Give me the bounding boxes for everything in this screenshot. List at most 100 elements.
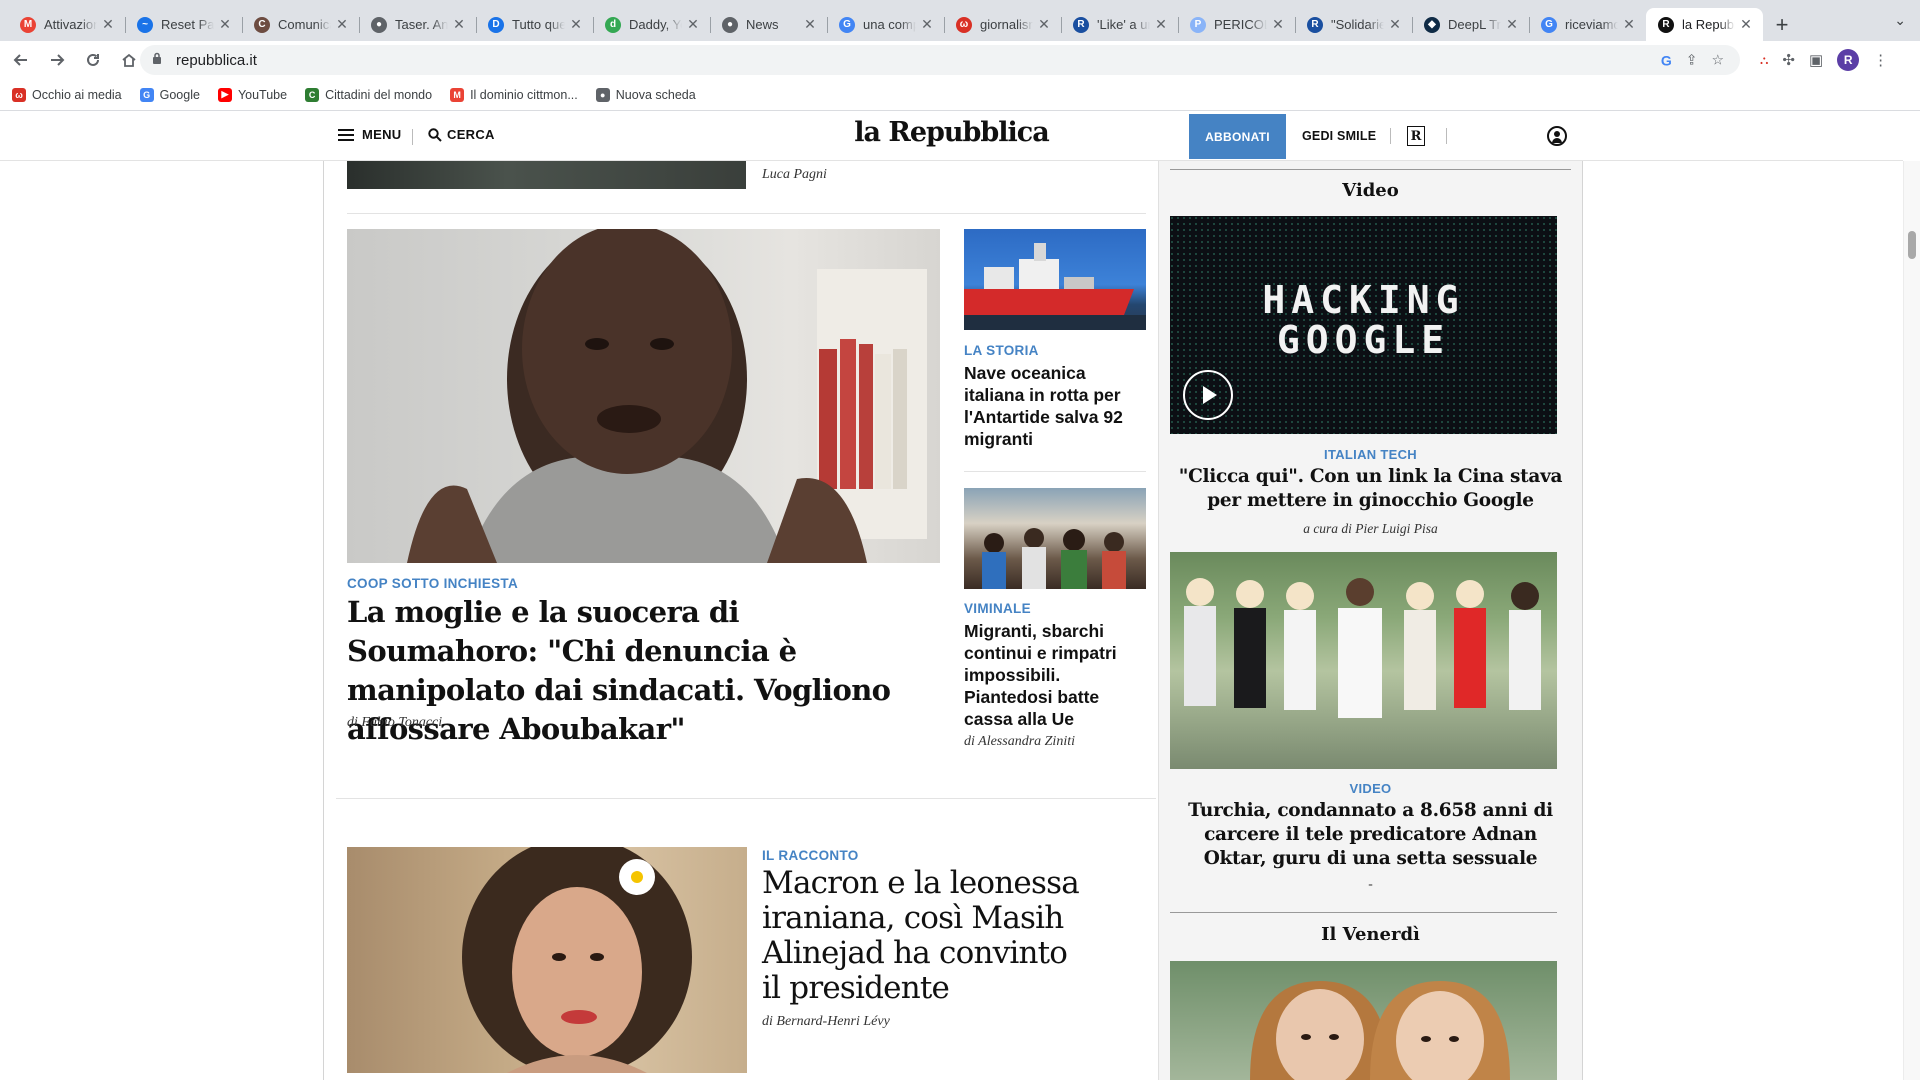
sidebar-kicker[interactable]: ITALIAN TECH [1170,447,1571,462]
menu-button[interactable]: MENU [338,127,401,142]
bookmark-item[interactable]: M Il dominio cittmon... [450,87,578,102]
new-tab-button[interactable]: + [1767,8,1797,41]
bookmark-label: Il dominio cittmon... [470,87,578,102]
browser-tab[interactable]: R 'Like' a ur ✕ [1061,8,1178,41]
bookmark-favicon-icon: ω [12,87,26,102]
gedi-smile-link[interactable]: GEDI SMILE [1302,129,1376,143]
tab-title: PERICOLO [1214,17,1267,32]
bookmark-item[interactable]: C Cittadini del mondo [305,87,432,102]
article-kicker[interactable]: COOP SOTTO INCHIESTA [347,576,518,591]
browser-tab[interactable]: ◆ DeepL Tra ✕ [1412,8,1529,41]
article-image-migrants[interactable] [964,488,1146,589]
tab-close-icon[interactable]: ✕ [1037,16,1051,33]
repubblica-r-icon[interactable]: R [1407,126,1425,146]
profile-avatar[interactable]: R [1837,49,1860,71]
bookmark-label: Occhio ai media [32,87,122,102]
tab-close-icon[interactable]: ✕ [1154,16,1168,33]
divider [1170,169,1571,170]
tab-favicon-icon: R [1073,16,1089,33]
user-account-icon[interactable] [1547,126,1567,146]
bookmark-favicon-icon: G [139,87,154,102]
tab-close-icon[interactable]: ✕ [1622,16,1636,33]
sidebar-headline[interactable]: "Clicca qui". Con un link la Cina stava … [1170,465,1571,513]
video-thumbnail[interactable]: HACKING GOOGLE [1170,216,1557,434]
article-image-portrait[interactable] [347,847,747,1073]
bookmark-item[interactable]: ● Nuova scheda [595,87,696,102]
video-thumbnail-turchia[interactable] [1170,552,1557,769]
bookmark-item[interactable]: ω Occhio ai media [12,87,122,102]
browser-tab[interactable]: M Attivazion ✕ [8,8,125,41]
share-icon[interactable]: ⇪ [1686,52,1698,69]
tab-close-icon[interactable]: ✕ [335,16,349,33]
subscribe-button[interactable]: ABBONATI [1189,114,1286,159]
browser-tab[interactable]: ● News ✕ [710,8,827,41]
forward-icon[interactable] [42,45,72,75]
back-icon[interactable] [6,45,36,75]
bookmark-item[interactable]: ▶ YouTube [217,87,287,102]
venerdi-image[interactable] [1170,961,1557,1080]
browser-tab[interactable]: d Daddy, Yo ✕ [593,8,710,41]
browser-tab[interactable]: Guna comp ✕ [827,8,944,41]
article-image-ship[interactable] [964,229,1146,330]
article-image-main[interactable] [347,229,940,563]
browser-tab[interactable]: ~ Reset Pas ✕ [125,8,242,41]
search-button[interactable]: CERCA [428,127,495,142]
divider [964,471,1146,472]
browser-tab[interactable]: Rla Repubb ✕ [1646,8,1763,41]
divider [1390,128,1391,144]
extensions-puzzle-icon[interactable]: ✣ [1782,51,1795,69]
tab-favicon-icon: R [1307,16,1323,33]
tab-close-icon[interactable]: ✕ [1271,16,1285,33]
article-kicker[interactable]: IL RACCONTO [762,848,859,863]
tab-close-icon[interactable]: ✕ [101,16,115,33]
tab-close-icon[interactable]: ✕ [1505,16,1519,33]
tab-close-icon[interactable]: ✕ [803,16,817,33]
bookmark-star-icon[interactable]: ☆ [1711,52,1724,69]
article-headline[interactable]: Macron e la leonessa iraniana, così Masi… [762,866,1092,1006]
tab-title: la Repubb [1682,17,1735,32]
tab-close-icon[interactable]: ✕ [569,16,583,33]
browser-tab[interactable]: Griceviamo ✕ [1529,8,1646,41]
sidebar-headline[interactable]: Turchia, condannato a 8.658 anni di carc… [1170,799,1571,871]
tab-close-icon[interactable]: ✕ [920,16,934,33]
reload-icon[interactable] [78,45,108,75]
browser-menu-icon[interactable]: ⋮ [1873,51,1888,69]
bookmark-favicon-icon: C [305,87,320,102]
browser-tab[interactable]: C Comunica ✕ [242,8,359,41]
browser-tab[interactable]: ● Taser. Ant ✕ [359,8,476,41]
side-panel-icon[interactable]: ▣ [1809,51,1823,69]
article-kicker[interactable]: LA STORIA [964,343,1039,358]
tab-close-icon[interactable]: ✕ [218,16,232,33]
browser-tab[interactable]: D Tutto que ✕ [476,8,593,41]
article-headline[interactable]: Nave oceanica italiana in rotta per l'An… [964,362,1142,450]
address-bar[interactable]: repubblica.it G ⇪ ☆ [140,45,1740,75]
extension-pdf-icon[interactable]: ⛬ [1760,53,1768,68]
browser-tab[interactable]: R "Solidarie ✕ [1295,8,1412,41]
bookmark-item[interactable]: G Google [139,87,200,102]
browser-tab[interactable]: ω giornalism ✕ [944,8,1061,41]
page-scrollbar[interactable] [1903,161,1920,1080]
article-kicker[interactable]: VIMINALE [964,601,1031,616]
tab-close-icon[interactable]: ✕ [1739,16,1753,33]
article-image-top[interactable] [347,161,746,189]
site-logo[interactable]: la Repubblica [854,117,1049,148]
bookmarks-bar: ω Occhio ai media G Google ▶ YouTube C Cittadin… [0,79,1920,111]
tab-close-icon[interactable]: ✕ [686,16,700,33]
browser-tab[interactable]: P PERICOLO ✕ [1178,8,1295,41]
browser-toolbar: repubblica.it G ⇪ ☆ ⛬ ✣ ▣ R ⋮ [0,41,1920,79]
sidebar-kicker[interactable]: VIDEO [1170,781,1571,796]
tab-favicon-icon: D [488,16,504,33]
divider [1582,161,1583,1080]
tab-close-icon[interactable]: ✕ [452,16,466,33]
google-lens-icon[interactable]: G [1661,52,1672,68]
tab-favicon-icon: ~ [137,16,153,33]
divider [347,213,1146,214]
tab-search-chevron-icon[interactable]: ⌄ [1894,12,1906,29]
sidebar-dash: - [1368,876,1373,891]
article-headline[interactable]: Migranti, sbarchi continui e rimpatri im… [964,620,1142,730]
tab-title: giornalism [980,17,1033,32]
hamburger-icon [338,128,354,141]
scrollbar-thumb[interactable] [1908,231,1916,259]
tab-close-icon[interactable]: ✕ [1388,16,1402,33]
tab-title: Attivazion [44,17,97,32]
